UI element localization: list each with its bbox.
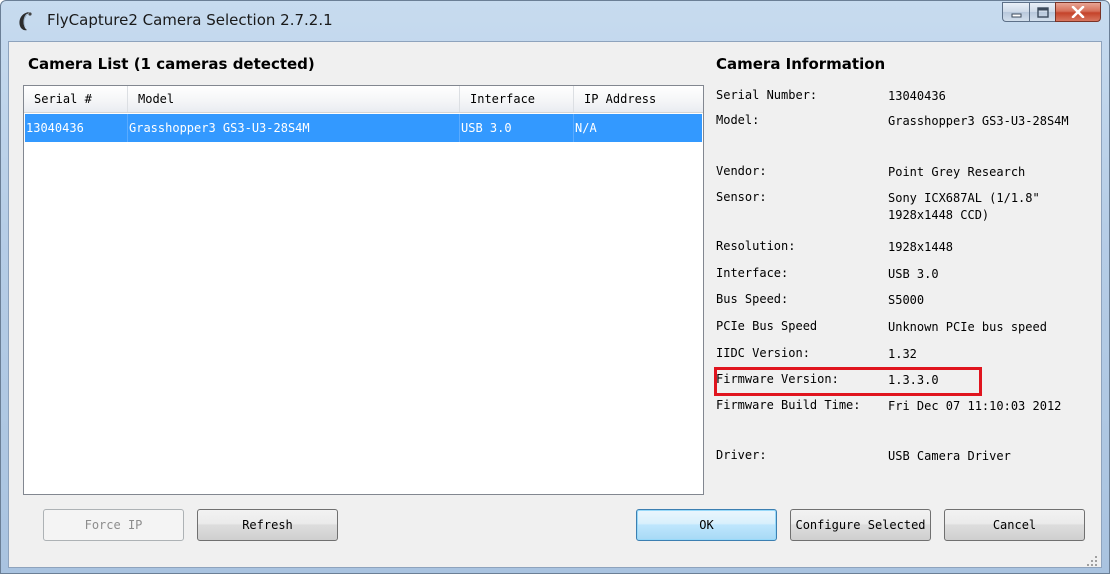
info-value: Unknown PCIe bus speed bbox=[888, 320, 1047, 334]
firmware-version-highlight bbox=[714, 367, 982, 396]
configure-selected-button[interactable]: Configure Selected bbox=[790, 509, 931, 541]
info-value: USB 3.0 bbox=[888, 267, 939, 281]
info-value: 13040436 bbox=[888, 89, 946, 103]
maximize-button[interactable] bbox=[1029, 2, 1055, 22]
resize-grip-icon[interactable] bbox=[1086, 552, 1098, 566]
column-header-serial[interactable]: Serial # bbox=[24, 86, 128, 112]
refresh-button[interactable]: Refresh bbox=[197, 509, 338, 541]
column-header-ip-address[interactable]: IP Address bbox=[574, 86, 703, 112]
cell-interface: USB 3.0 bbox=[460, 114, 574, 142]
info-label: Model: bbox=[716, 113, 760, 127]
info-value: Grasshopper3 GS3-U3-28S4M bbox=[888, 114, 1069, 128]
cell-serial: 13040436 bbox=[25, 114, 128, 142]
force-ip-button[interactable]: Force IP bbox=[43, 509, 184, 541]
info-label: Vendor: bbox=[716, 164, 767, 178]
info-value: Sony ICX687AL (1/1.8" 1928x1448 CCD) bbox=[888, 191, 1040, 222]
camera-info-title: Camera Information bbox=[716, 55, 886, 73]
camera-list-title: Camera List (1 cameras detected) bbox=[28, 55, 315, 73]
info-label: Bus Speed: bbox=[716, 292, 789, 306]
info-value: 1928x1448 bbox=[888, 240, 954, 254]
title-bar[interactable]: FlyCapture2 Camera Selection 2.7.2.1 bbox=[1, 1, 1109, 41]
info-value: 1.32 bbox=[888, 347, 917, 361]
info-value: USB Camera Driver bbox=[888, 449, 1011, 463]
close-button[interactable] bbox=[1055, 2, 1101, 22]
dialog-client-area: Camera List (1 cameras detected) Serial … bbox=[8, 41, 1102, 568]
close-icon bbox=[1071, 3, 1085, 22]
ok-button[interactable]: OK bbox=[636, 509, 777, 541]
minimize-button[interactable] bbox=[1002, 2, 1029, 22]
camera-list-header: Serial # Model Interface IP Address bbox=[24, 86, 703, 113]
info-label: Sensor: bbox=[716, 190, 767, 204]
info-label: Firmware Build Time: bbox=[716, 398, 861, 412]
table-row[interactable]: 13040436 Grasshopper3 GS3-U3-28S4M USB 3… bbox=[25, 114, 702, 142]
camera-selection-window: FlyCapture2 Camera Selection 2.7.2.1 Cam… bbox=[0, 0, 1110, 574]
column-header-model[interactable]: Model bbox=[128, 86, 460, 112]
info-label: Serial Number: bbox=[716, 88, 818, 102]
flycapture-app-icon bbox=[15, 10, 35, 32]
info-label: PCIe Bus Speed bbox=[716, 319, 818, 333]
cell-ip-address: N/A bbox=[575, 121, 597, 135]
cell-model: Grasshopper3 GS3-U3-28S4M bbox=[128, 114, 460, 142]
column-header-interface[interactable]: Interface bbox=[460, 86, 574, 112]
info-value: S5000 bbox=[888, 293, 925, 307]
info-label: IIDC Version: bbox=[716, 346, 810, 360]
maximize-icon bbox=[1036, 3, 1049, 22]
info-label: Interface: bbox=[716, 266, 789, 280]
caption-buttons bbox=[1002, 2, 1101, 22]
camera-list[interactable]: Serial # Model Interface IP Address 1304… bbox=[23, 85, 704, 495]
window-title: FlyCapture2 Camera Selection 2.7.2.1 bbox=[47, 11, 333, 29]
cancel-button[interactable]: Cancel bbox=[944, 509, 1085, 541]
info-label: Driver: bbox=[716, 448, 767, 462]
info-label: Resolution: bbox=[716, 239, 796, 253]
info-value: Fri Dec 07 11:10:03 2012 bbox=[888, 399, 1062, 413]
minimize-icon bbox=[1011, 3, 1022, 22]
info-value: Point Grey Research bbox=[888, 165, 1026, 179]
